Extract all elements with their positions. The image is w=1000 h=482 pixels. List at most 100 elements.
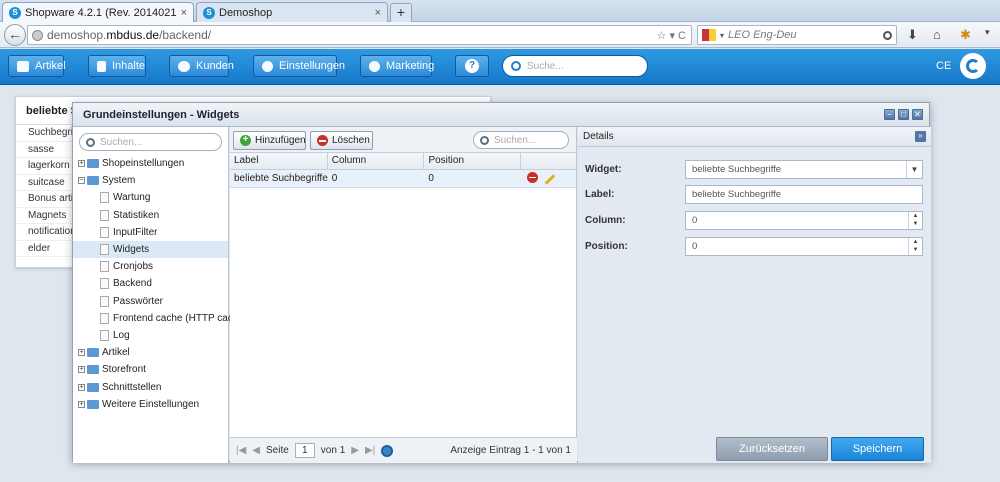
prev-page-icon[interactable]: ◀ <box>252 445 260 456</box>
browser-tab-shopware[interactable]: S Shopware 4.2.1 (Rev. 201402131706) - .… <box>2 2 194 22</box>
gear-icon <box>262 60 273 72</box>
expand-icon[interactable]: + <box>78 366 85 374</box>
help-icon: ? <box>465 59 479 73</box>
tree-node[interactable]: + Shopeinstellungen <box>73 155 228 172</box>
engine-dropdown-icon[interactable]: ▾ <box>720 31 724 40</box>
maximize-icon[interactable]: □ <box>898 109 909 120</box>
column-header-column[interactable]: Column <box>328 153 425 169</box>
details-header: Details » <box>578 127 931 147</box>
url-text[interactable]: demoshop.mbdus.de/backend/ <box>47 28 653 42</box>
last-page-icon[interactable]: ▶| <box>365 445 375 456</box>
tree-node[interactable]: + Storefront <box>73 361 228 378</box>
url-controls[interactable]: ☆ ▾ C <box>657 29 691 42</box>
tree-node[interactable]: Frontend cache (HTTP cache) <box>73 310 247 327</box>
column-header-label[interactable]: Label <box>230 153 328 169</box>
list-item[interactable]: sasse <box>16 142 76 158</box>
list-item[interactable]: Suchbegriff <box>16 125 76 142</box>
close-icon[interactable]: ✕ <box>912 109 923 120</box>
chevron-down-icon[interactable]: ▼ <box>906 161 922 178</box>
expand-icon[interactable]: + <box>78 349 85 357</box>
edit-pencil-icon[interactable] <box>544 174 556 186</box>
table-row[interactable]: beliebte Suchbegriffe 0 0 <box>230 170 576 188</box>
tree-node[interactable]: Passwörter <box>73 293 228 310</box>
expand-icon[interactable]: + <box>78 400 85 408</box>
url-bar[interactable]: demoshop.mbdus.de/backend/ ☆ ▾ C <box>27 25 692 45</box>
folder-icon <box>87 348 99 358</box>
tree-node[interactable]: Backend <box>73 275 228 292</box>
expand-icon[interactable]: » <box>915 131 926 142</box>
delete-button[interactable]: Löschen <box>310 131 373 150</box>
delete-row-icon[interactable] <box>527 171 538 183</box>
add-button[interactable]: + Hinzufügen <box>233 131 306 150</box>
global-search-input[interactable]: Suche... <box>502 55 648 77</box>
tree-node-label: Artikel <box>102 347 130 359</box>
widget-combobox[interactable]: beliebte Suchbegriffe ▼ <box>685 160 923 179</box>
position-field-row: Position: 0 ▲ ▼ <box>585 237 923 256</box>
list-item[interactable]: lagerkorn <box>16 158 76 175</box>
user-initials[interactable]: CE <box>936 60 951 72</box>
menu-marketing-button[interactable]: Marketing <box>360 55 434 77</box>
collapse-icon[interactable]: − <box>78 177 85 185</box>
column-header-position[interactable]: Position <box>424 153 522 169</box>
tree-node[interactable]: + Weitere Einstellungen <box>73 396 228 413</box>
home-icon[interactable]: ⌂ <box>933 27 941 42</box>
widgets-settings-window: Grundeinstellungen - Widgets − □ ✕ Suche… <box>72 102 931 463</box>
tree-node[interactable]: + Schnittstellen <box>73 378 228 395</box>
grid-header: Label Column Position <box>230 153 576 170</box>
details-title: Details <box>583 131 614 142</box>
menu-kunden-button[interactable]: Kunden <box>169 55 234 77</box>
page-number-input[interactable]: 1 <box>294 443 315 458</box>
tree-node[interactable]: InputFilter <box>73 224 228 241</box>
browser-tab-demoshop[interactable]: S Demoshop × <box>196 2 388 22</box>
tree-node[interactable]: Wartung <box>73 189 228 206</box>
list-item[interactable]: Magnets <box>16 208 76 224</box>
download-icon[interactable]: ⬇ <box>907 27 918 43</box>
tree-node[interactable]: + Artikel <box>73 344 228 361</box>
grid-search-input[interactable]: Suchen... <box>473 131 569 149</box>
settings-tree-panel: Suchen... + Shopeinstellungen − System Wartu… <box>73 127 247 463</box>
tree-node[interactable]: Cronjobs <box>73 258 228 275</box>
reset-button[interactable]: Zurücksetzen <box>716 437 828 461</box>
list-item[interactable]: suitcase <box>16 175 76 191</box>
back-button[interactable]: ← <box>4 24 26 46</box>
tree-node-label: Frontend cache (HTTP cache) <box>113 312 248 324</box>
tree-node[interactable]: Statistiken <box>73 207 228 224</box>
pie-chart-icon <box>369 60 380 72</box>
search-icon[interactable] <box>883 30 892 40</box>
tree-node[interactable]: Log <box>73 327 228 344</box>
minimize-icon[interactable]: − <box>884 109 895 120</box>
label-input[interactable]: beliebte Suchbegriffe <box>685 185 923 204</box>
menu-artikel-button[interactable]: Artikel <box>8 55 66 77</box>
tab-close-icon[interactable]: × <box>375 7 381 19</box>
list-item[interactable]: elder <box>16 241 76 257</box>
addon-icon[interactable]: ✱ <box>960 27 971 43</box>
menu-einstellungen-button[interactable]: Einstellungen <box>253 55 345 77</box>
list-item[interactable]: Bonus artic <box>16 191 76 208</box>
browser-search-input[interactable]: ▾ LEO Eng-Deu <box>697 25 897 45</box>
tree-node[interactable]: − System <box>73 172 228 189</box>
save-button[interactable]: Speichern <box>831 437 924 461</box>
spinner-icon[interactable]: ▲ ▼ <box>908 238 922 255</box>
grid-toolbar: + Hinzufügen Löschen Suchen... <box>230 127 576 153</box>
first-page-icon[interactable]: |◀ <box>236 445 246 456</box>
tree-search-input[interactable]: Suchen... <box>79 133 222 151</box>
expand-icon[interactable]: + <box>78 383 85 391</box>
column-field-row: Column: 0 ▲ ▼ <box>585 211 923 230</box>
spinner-icon[interactable]: ▲ ▼ <box>908 212 922 229</box>
menu-icon[interactable]: ▾ <box>985 27 990 38</box>
next-page-icon[interactable]: ▶ <box>351 445 359 456</box>
widget-field-row: Widget: beliebte Suchbegriffe ▼ <box>585 160 923 179</box>
tab-close-icon[interactable]: × <box>181 7 187 19</box>
list-item[interactable]: notification <box>16 224 76 241</box>
menu-inhalte-button[interactable]: Inhalte <box>88 55 146 77</box>
new-tab-button[interactable]: + <box>390 3 412 22</box>
expand-icon[interactable]: + <box>78 160 85 168</box>
tree-node-label: Wartung <box>113 192 151 204</box>
column-number-input[interactable]: 0 ▲ ▼ <box>685 211 923 230</box>
position-number-input[interactable]: 0 ▲ ▼ <box>685 237 923 256</box>
folder-icon <box>87 365 99 375</box>
refresh-icon[interactable] <box>381 444 394 457</box>
tree-node[interactable]: Widgets <box>73 240 228 259</box>
help-button[interactable]: ? <box>455 55 489 77</box>
tree-node-label: System <box>102 175 136 187</box>
